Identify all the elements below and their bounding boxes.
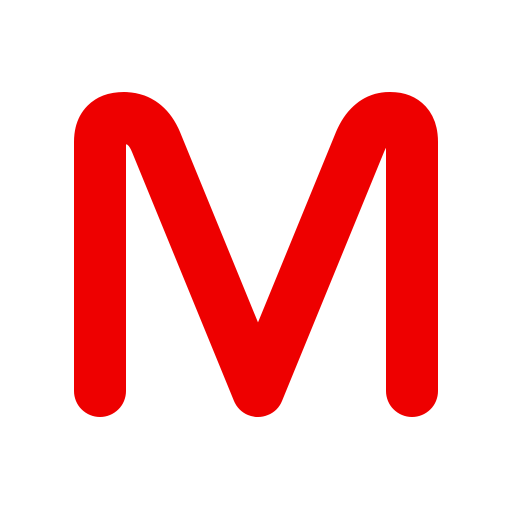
letter-m-logo-icon — [74, 92, 438, 417]
app-icon-canvas — [0, 0, 512, 512]
letter-m-stroke — [74, 92, 438, 417]
